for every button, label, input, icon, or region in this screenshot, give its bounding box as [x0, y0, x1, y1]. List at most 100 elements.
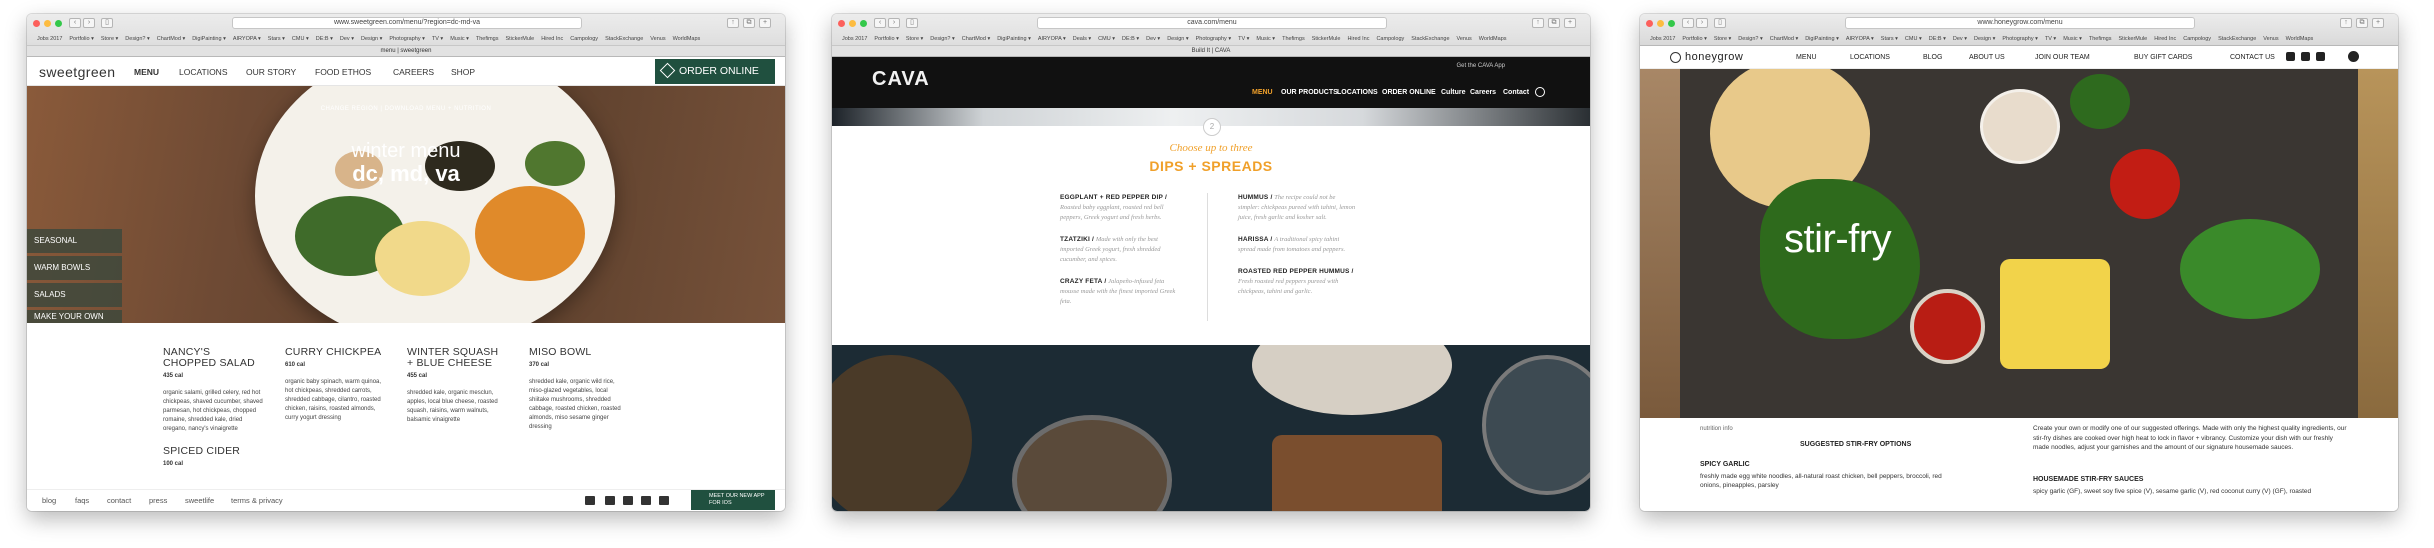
- bookmark-item[interactable]: Thefimgs: [476, 36, 499, 42]
- instagram-icon[interactable]: [2286, 52, 2295, 61]
- bookmark-item[interactable]: TV ▾: [432, 36, 443, 42]
- tabs-overview-icon[interactable]: ⧉: [743, 18, 755, 28]
- nav-contact[interactable]: Contact: [1503, 89, 1529, 96]
- footer-link-faqs[interactable]: faqs: [75, 496, 89, 505]
- zoom-window-button[interactable]: [860, 20, 867, 27]
- dip-item[interactable]: EGGPLANT + RED PEPPER DIP / Roasted baby…: [1060, 193, 1180, 223]
- facebook-icon[interactable]: [605, 496, 615, 505]
- share-icon[interactable]: ↑: [2340, 18, 2352, 28]
- bookmark-item[interactable]: AIRYOPA ▾: [1038, 36, 1066, 42]
- order-online-button[interactable]: ORDER ONLINE: [655, 59, 775, 84]
- bookmark-item[interactable]: AIRYOPA ▾: [233, 36, 261, 42]
- bookmark-item[interactable]: Hired Inc: [541, 36, 563, 42]
- menu-item[interactable]: CURRY CHICKPEA 610 cal organic baby spin…: [285, 347, 385, 423]
- nav-join-our-team[interactable]: JOIN OUR TEAM: [2035, 54, 2090, 61]
- zoom-window-button[interactable]: [55, 20, 62, 27]
- app-promo[interactable]: Get the CAVA App: [1457, 63, 1505, 69]
- youtube-icon[interactable]: [659, 496, 669, 505]
- tabs-overview-icon[interactable]: ⧉: [2356, 18, 2368, 28]
- minimize-window-button[interactable]: [1657, 20, 1664, 27]
- zoom-window-button[interactable]: [1668, 20, 1675, 27]
- nav-our-products[interactable]: OUR PRODUCTS: [1281, 89, 1338, 96]
- bookmark-item[interactable]: Campology: [1376, 36, 1404, 42]
- bookmark-item[interactable]: Music ▾: [450, 36, 469, 42]
- menu-item[interactable]: SPICED CIDER 100 cal: [163, 446, 263, 468]
- bookmark-item[interactable]: Venus: [2263, 36, 2278, 42]
- footer-link-terms[interactable]: terms & privacy: [231, 496, 283, 505]
- minimize-window-button[interactable]: [849, 20, 856, 27]
- bookmark-item[interactable]: Design ▾: [361, 36, 382, 42]
- browser-tab[interactable]: Build It | CAVA: [832, 45, 1590, 56]
- bookmark-item[interactable]: StackExchange: [1411, 36, 1449, 42]
- bookmark-item[interactable]: WorldMaps: [1479, 36, 1507, 42]
- nav-order-online[interactable]: ORDER ONLINE: [1382, 89, 1436, 96]
- bookmark-item[interactable]: TV ▾: [1238, 36, 1249, 42]
- bookmark-item[interactable]: Hired Inc: [2154, 36, 2176, 42]
- bookmark-item[interactable]: Stars ▾: [1881, 36, 1898, 42]
- bookmark-item[interactable]: StickerMule: [2118, 36, 2147, 42]
- nav-careers[interactable]: CAREERS: [393, 67, 434, 77]
- bookmark-item[interactable]: CMU ▾: [292, 36, 309, 42]
- forward-button[interactable]: ›: [1696, 18, 1708, 28]
- nav-buy-gift-cards[interactable]: BUY GIFT CARDS: [2134, 54, 2192, 61]
- bookmark-item[interactable]: Photography ▾: [1196, 36, 1231, 42]
- share-icon[interactable]: ↑: [1532, 18, 1544, 28]
- bookmark-item[interactable]: Dev ▾: [1953, 36, 1967, 42]
- bookmark-item[interactable]: Portfolio ▾: [874, 36, 898, 42]
- nav-about-us[interactable]: ABOUT US: [1969, 54, 2005, 61]
- bookmark-item[interactable]: DE:B ▾: [316, 36, 333, 42]
- footer-link-sweetlife[interactable]: sweetlife: [185, 496, 214, 505]
- bookmark-item[interactable]: Campology: [2183, 36, 2211, 42]
- nav-careers[interactable]: Careers: [1470, 89, 1496, 96]
- bookmark-item[interactable]: ChartMod ▾: [1770, 36, 1798, 42]
- dip-item[interactable]: HARISSA / A traditional spicy tahini spr…: [1238, 235, 1358, 255]
- bookmark-item[interactable]: StackExchange: [2218, 36, 2256, 42]
- nav-food-ethos[interactable]: FOOD ETHOS: [315, 67, 371, 77]
- tabs-overview-icon[interactable]: ⧉: [1548, 18, 1560, 28]
- nav-menu[interactable]: MENU: [134, 67, 159, 77]
- bookmark-item[interactable]: Design? ▾: [125, 36, 149, 42]
- forward-button[interactable]: ›: [888, 18, 900, 28]
- close-window-button[interactable]: [838, 20, 845, 27]
- sidebar-toggle-icon[interactable]: ▯: [1714, 18, 1726, 28]
- bookmark-item[interactable]: CMU ▾: [1098, 36, 1115, 42]
- footer-link-press[interactable]: press: [149, 496, 167, 505]
- dip-item[interactable]: CRAZY FETA / Jalapeño-infused feta mouss…: [1060, 277, 1180, 307]
- bookmark-item[interactable]: Jobs 2017: [37, 36, 62, 42]
- bookmark-item[interactable]: StickerMule: [1312, 36, 1341, 42]
- twitter-icon[interactable]: [623, 496, 633, 505]
- nav-shop[interactable]: SHOP: [451, 67, 475, 77]
- address-bar[interactable]: cava.com/menu: [1037, 17, 1387, 29]
- bookmark-item[interactable]: Stars ▾: [268, 36, 285, 42]
- close-window-button[interactable]: [1646, 20, 1653, 27]
- mail-icon[interactable]: [585, 496, 595, 505]
- app-promo-button[interactable]: MEET OUR NEW APP FOR IOS: [691, 490, 775, 510]
- nav-menu[interactable]: MENU: [1252, 89, 1273, 96]
- nav-blog[interactable]: BLOG: [1923, 54, 1942, 61]
- bookmark-item[interactable]: Photography ▾: [2002, 36, 2037, 42]
- bookmark-item[interactable]: Music ▾: [2063, 36, 2082, 42]
- twitter-icon[interactable]: [2316, 52, 2325, 61]
- menu-item[interactable]: MISO BOWL 370 cal shredded kale, organic…: [529, 347, 629, 432]
- bookmark-item[interactable]: Thefimgs: [1282, 36, 1305, 42]
- bookmark-item[interactable]: Design ▾: [1974, 36, 1995, 42]
- bookmark-item[interactable]: CMU ▾: [1905, 36, 1922, 42]
- close-window-button[interactable]: [33, 20, 40, 27]
- forward-button[interactable]: ›: [83, 18, 95, 28]
- bookmark-item[interactable]: DigiPainting ▾: [997, 36, 1031, 42]
- minimize-window-button[interactable]: [44, 20, 51, 27]
- dip-item[interactable]: HUMMUS / The recipe could not be simpler…: [1238, 193, 1358, 223]
- bookmark-item[interactable]: Store ▾: [906, 36, 923, 42]
- back-button[interactable]: ‹: [1682, 18, 1694, 28]
- logo[interactable]: sweetgreen: [39, 64, 115, 80]
- bookmark-item[interactable]: StickerMule: [505, 36, 534, 42]
- bookmark-item[interactable]: TV ▾: [2045, 36, 2056, 42]
- bookmark-item[interactable]: Deals ▾: [1073, 36, 1091, 42]
- bookmark-item[interactable]: DigiPainting ▾: [1805, 36, 1839, 42]
- bookmark-item[interactable]: DE:B ▾: [1929, 36, 1946, 42]
- search-icon[interactable]: [1535, 87, 1545, 97]
- bookmark-item[interactable]: Jobs 2017: [842, 36, 867, 42]
- logo[interactable]: CAVA: [872, 68, 930, 91]
- bookmark-item[interactable]: StackExchange: [605, 36, 643, 42]
- browser-tab[interactable]: menu | sweetgreen: [27, 45, 785, 56]
